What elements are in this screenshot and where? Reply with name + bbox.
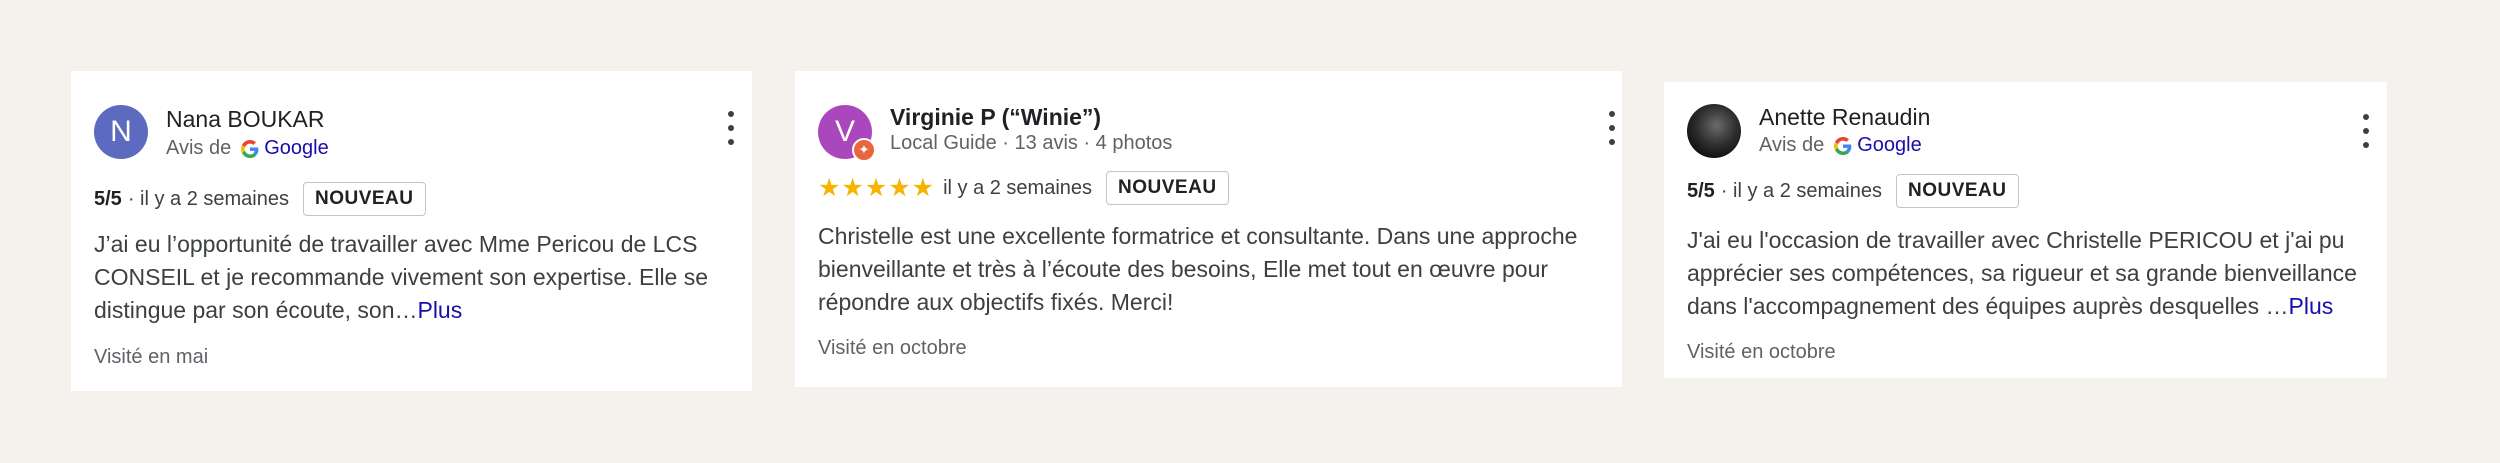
source-name: Google xyxy=(264,137,329,159)
more-options-button[interactable] xyxy=(1602,111,1622,145)
source-name: Google xyxy=(1857,134,1922,156)
avatar[interactable]: V ✦ xyxy=(818,105,876,162)
more-vert-icon xyxy=(2363,114,2369,120)
new-badge: NOUVEAU xyxy=(302,182,426,216)
local-guide-badge-icon: ✦ xyxy=(852,138,876,162)
review-card-nana: N Nana BOUKAR Avis de Google 5/5 · il y … xyxy=(71,71,752,391)
reviewer-name[interactable]: Anette Renaudin xyxy=(1759,104,1930,131)
source-prefix: Avis de xyxy=(166,137,232,159)
reviewer-subtitle: Local Guide · 13 avis · 4 photos xyxy=(890,132,1173,154)
visit-date: Visité en octobre xyxy=(818,337,967,359)
star-rating: ★★★★★ xyxy=(818,174,936,202)
more-link[interactable]: Plus xyxy=(417,297,462,323)
more-vert-icon xyxy=(1609,111,1615,117)
more-link[interactable]: Plus xyxy=(2289,293,2334,319)
more-options-button[interactable] xyxy=(721,111,741,145)
reviewer-name[interactable]: Virginie P (“Winie”) xyxy=(890,104,1101,131)
avatar[interactable] xyxy=(1687,104,1741,158)
review-text: J'ai eu l'occasion de travailler avec Ch… xyxy=(1687,227,2357,319)
review-meta: 5/5 · il y a 2 semaines NOUVEAU xyxy=(1687,174,2019,208)
google-g-icon xyxy=(1834,136,1852,155)
review-source: Avis de Google xyxy=(1759,134,1922,157)
avatar[interactable]: N xyxy=(94,105,148,159)
review-card-anette: Anette Renaudin Avis de Google 5/5 · il … xyxy=(1664,82,2387,378)
review-text: Christelle est une excellente formatrice… xyxy=(818,223,1578,315)
review-source: Avis de Google xyxy=(166,137,329,160)
rating: 5/5 xyxy=(1687,179,1715,202)
review-time: · il y a 2 semaines xyxy=(1720,179,1882,202)
review-time: · il y a 2 semaines xyxy=(127,187,289,210)
more-options-button[interactable] xyxy=(2356,114,2376,148)
avatar-letter: V xyxy=(834,115,855,148)
review-meta: ★★★★★ il y a 2 semaines NOUVEAU xyxy=(818,171,1229,205)
visit-date: Visité en mai xyxy=(94,346,209,368)
review-meta: 5/5 · il y a 2 semaines NOUVEAU xyxy=(94,182,426,216)
source-prefix: Avis de xyxy=(1759,134,1825,156)
new-badge: NOUVEAU xyxy=(1895,174,2019,208)
avatar-letter: N xyxy=(110,115,132,148)
google-g-icon xyxy=(241,139,259,158)
review-card-virginie: V ✦ Virginie P (“Winie”) Local Guide · 1… xyxy=(795,71,1622,387)
visit-date: Visité en octobre xyxy=(1687,341,1836,363)
more-vert-icon xyxy=(728,111,734,117)
new-badge: NOUVEAU xyxy=(1106,171,1229,205)
review-text: J’ai eu l’opportunité de travailler avec… xyxy=(94,231,709,323)
review-time: il y a 2 semaines xyxy=(943,176,1093,199)
reviewer-name[interactable]: Nana BOUKAR xyxy=(166,106,325,133)
rating: 5/5 xyxy=(94,187,122,210)
